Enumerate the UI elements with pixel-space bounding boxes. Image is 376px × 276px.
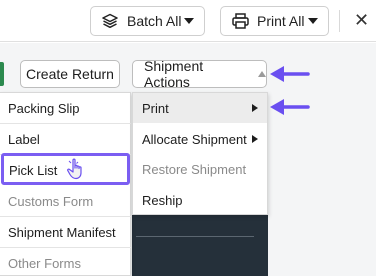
chevron-up-icon <box>258 71 266 77</box>
chevron-right-icon <box>252 104 258 112</box>
status-indicator <box>0 62 4 86</box>
chevron-down-icon <box>308 18 318 24</box>
toolbar-divider <box>339 10 340 32</box>
close-icon[interactable]: ✕ <box>354 10 369 30</box>
chevron-right-icon <box>252 135 258 143</box>
menu-item-print-label: Print <box>142 101 169 116</box>
divider <box>136 236 254 237</box>
menu-item-reship[interactable]: Reship <box>133 185 267 215</box>
shipment-actions-label: Shipment Actions <box>144 58 204 90</box>
layers-icon <box>101 12 119 30</box>
menu-item-restore-shipment: Restore Shipment <box>133 154 267 184</box>
toolbar: Batch All Print All ✕ <box>0 0 376 42</box>
menu-item-restore-shipment-label: Restore Shipment <box>142 162 247 177</box>
menu-item-shipment-manifest[interactable]: Shipment Manifest <box>8 225 116 241</box>
pointer-arrow-icon <box>270 66 310 82</box>
divider <box>0 216 131 217</box>
divider <box>0 247 131 248</box>
shipment-actions-menu: Print Allocate Shipment Restore Shipment… <box>132 92 268 215</box>
pointer-arrow-icon <box>270 99 310 115</box>
menu-item-pick-list-label: Pick List <box>9 163 58 178</box>
divider <box>0 123 131 124</box>
menu-item-reship-label: Reship <box>142 193 183 208</box>
menu-item-packing-slip[interactable]: Packing Slip <box>8 101 80 117</box>
menu-item-allocate-shipment[interactable]: Allocate Shipment <box>133 124 267 154</box>
menu-item-label[interactable]: Label <box>8 132 40 148</box>
chevron-down-icon <box>184 18 194 24</box>
hand-pointer-icon <box>67 158 82 180</box>
menu-item-allocate-shipment-label: Allocate Shipment <box>142 132 247 147</box>
menu-item-pick-list[interactable]: Pick List <box>1 153 130 185</box>
print-all-button[interactable]: Print All <box>220 6 329 36</box>
batch-all-label: Batch All <box>127 13 182 29</box>
print-all-label: Print All <box>257 13 305 29</box>
printer-icon <box>231 12 249 30</box>
create-return-label: Create Return <box>26 66 114 82</box>
batch-all-button[interactable]: Batch All <box>90 6 205 36</box>
background-panel <box>132 215 268 276</box>
shipment-actions-button[interactable]: Shipment Actions <box>132 58 267 90</box>
menu-item-other-forms: Other Forms <box>8 256 81 271</box>
print-submenu: Packing Slip Label Pick List Customs For… <box>0 92 131 276</box>
menu-item-customs-form: Customs Form <box>8 194 94 209</box>
create-return-button[interactable]: Create Return <box>20 60 120 88</box>
menu-item-print[interactable]: Print <box>133 93 267 123</box>
